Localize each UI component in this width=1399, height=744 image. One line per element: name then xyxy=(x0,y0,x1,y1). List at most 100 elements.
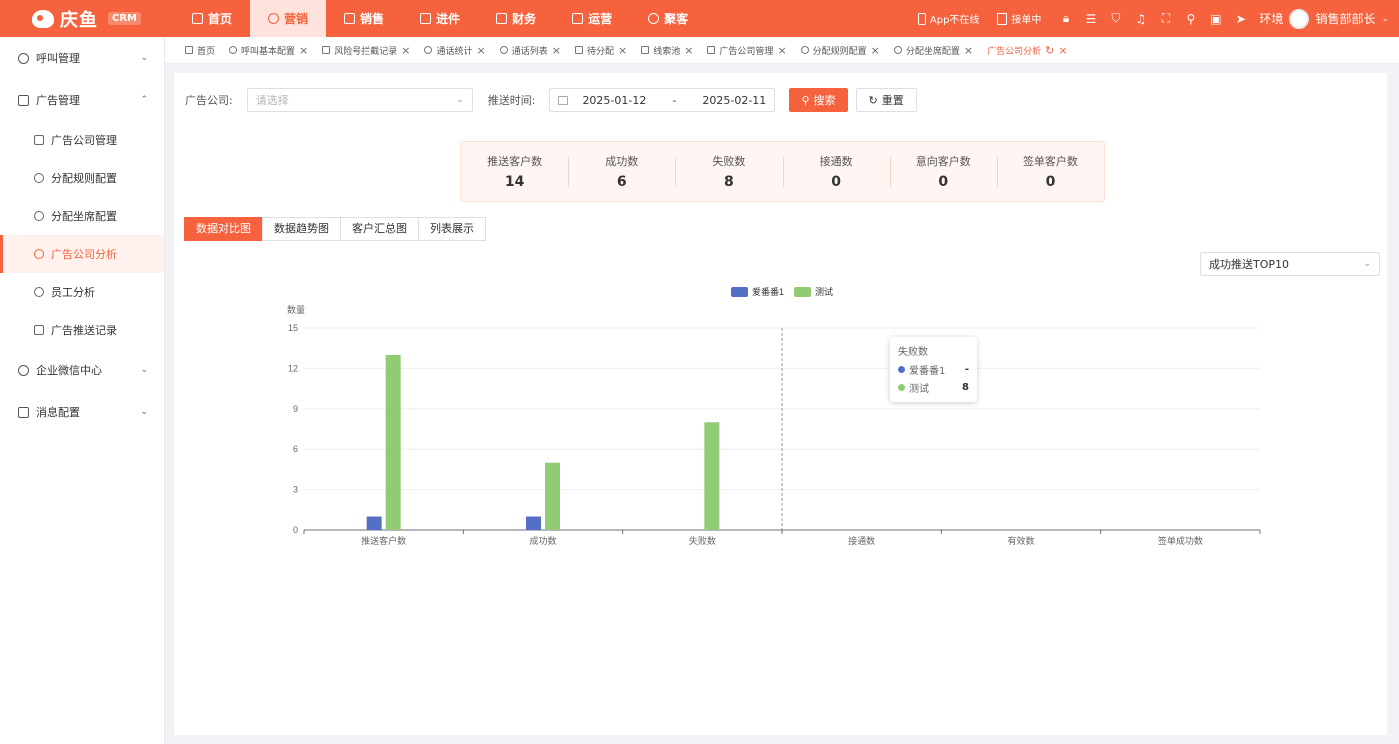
tab-label: 首页 xyxy=(197,46,216,57)
close-icon[interactable]: × xyxy=(777,44,786,57)
sidebar-item-push-records[interactable]: 广告推送记录 xyxy=(0,311,164,349)
tab-risk-records[interactable]: 风险号拦截记录 × xyxy=(322,44,410,57)
tooltip-series-value: - xyxy=(964,364,969,375)
logo[interactable]: 庆鱼 CRM xyxy=(0,0,178,37)
fullscreen-icon[interactable]: ⛶ xyxy=(1159,11,1172,25)
nav-intake[interactable]: 进件 xyxy=(402,0,478,37)
finance-icon xyxy=(496,13,508,24)
sidebar-group-call[interactable]: 呼叫管理 ⌄ xyxy=(0,37,164,79)
tab-label: 呼叫基本配置 xyxy=(241,46,296,57)
tab-ad-company[interactable]: 广告公司管理 × xyxy=(707,44,787,57)
nav-home-label: 首页 xyxy=(208,12,233,26)
sidebar-item-dist-seats[interactable]: 分配坐席配置 xyxy=(0,197,164,235)
close-icon[interactable]: × xyxy=(618,44,627,57)
legend-swatch xyxy=(794,287,811,297)
sidebar-group-messages[interactable]: 消息配置 ⌄ xyxy=(0,391,164,433)
tooltip-series-name: 测试 xyxy=(909,384,929,395)
user-name: 销售部部长 xyxy=(1315,12,1376,26)
nav-sales[interactable]: 销售 xyxy=(326,0,402,37)
bar-chart: 03691215数量推送客户数 成功数 失败数 接通数 有效数 签单成功数爱番番1 测试 xyxy=(287,286,1261,546)
close-icon[interactable]: × xyxy=(964,44,973,57)
y-tick-label: 9 xyxy=(293,404,298,414)
sidebar-item-dist-rules[interactable]: 分配规则配置 xyxy=(0,159,164,197)
tooltip-title: 失败数 xyxy=(898,347,928,358)
sidebar-group-label: 消息配置 xyxy=(36,406,80,419)
tab-call-list[interactable]: 通话列表 × xyxy=(499,44,561,57)
refresh-icon[interactable]: ↻ xyxy=(1045,44,1054,57)
chat-icon xyxy=(18,364,29,376)
tab-ad-analysis[interactable]: 广告公司分析 ↻ × xyxy=(987,44,1067,57)
close-icon[interactable]: × xyxy=(477,44,486,57)
nav-customers[interactable]: 聚客 xyxy=(630,0,706,37)
dispatch-status[interactable]: 接单中 xyxy=(997,11,1041,26)
tab-dist-seats[interactable]: 分配坐席配置 × xyxy=(893,44,973,57)
sidebar-group-ads[interactable]: 广告管理 ⌃ xyxy=(0,79,164,121)
list-icon[interactable]: ☰ xyxy=(1084,12,1097,26)
nav-finance[interactable]: 财务 xyxy=(478,0,554,37)
lock-icon[interactable]: 🔒︎ xyxy=(1059,11,1072,25)
phone-icon xyxy=(499,46,508,54)
intake-icon xyxy=(420,13,432,24)
page-tabs: 首页 呼叫基本配置 × 风险号拦截记录 × 通话统计 × 通话列表 × 待分配 × 线索池… xyxy=(165,37,1399,64)
close-icon[interactable]: × xyxy=(1058,44,1067,57)
user-menu[interactable]: 环境 销售部部长 ⌄ xyxy=(1259,8,1389,29)
chevron-down-icon: ⌄ xyxy=(1381,13,1389,24)
close-icon[interactable]: × xyxy=(871,44,880,57)
y-tick-label: 6 xyxy=(293,444,298,454)
bar xyxy=(526,516,541,530)
close-icon[interactable]: × xyxy=(401,44,410,57)
env-label: 环境 xyxy=(1259,12,1284,26)
x-tick-label: 失败数 xyxy=(689,535,716,546)
briefcase-icon[interactable]: ▣ xyxy=(1209,12,1222,26)
sidebar-item-staff-analysis[interactable]: 员工分析 xyxy=(0,273,164,311)
tab-dist-rules[interactable]: 分配规则配置 × xyxy=(800,44,880,57)
sidebar-group-label: 企业微信中心 xyxy=(36,364,102,377)
tab-home[interactable]: 首页 xyxy=(185,44,215,57)
legend-swatch xyxy=(731,287,748,297)
fish-logo-icon xyxy=(32,9,54,28)
close-icon[interactable]: × xyxy=(684,44,693,57)
tab-label: 待分配 xyxy=(586,46,614,57)
close-icon[interactable]: × xyxy=(552,44,561,57)
sidebar-group-wecom[interactable]: 企业微信中心 ⌄ xyxy=(0,349,164,391)
nav-home[interactable]: 首页 xyxy=(174,0,250,37)
pie-chart-icon xyxy=(34,249,44,259)
headset-icon xyxy=(34,211,44,221)
tooltip-series-name: 爱番番1 xyxy=(909,366,946,377)
send-icon[interactable]: ➤ xyxy=(1234,12,1247,26)
x-tick-label: 接通数 xyxy=(848,535,875,546)
nav-customers-label: 聚客 xyxy=(664,12,689,26)
close-icon[interactable]: × xyxy=(299,44,308,57)
bell-icon[interactable]: ♫ xyxy=(1134,12,1147,26)
building-icon xyxy=(34,135,44,145)
sidebar-item-ad-analysis[interactable]: 广告公司分析 xyxy=(0,235,164,273)
app-status[interactable]: App不在线 xyxy=(917,11,979,26)
tab-pending[interactable]: 待分配 × xyxy=(574,44,627,57)
main-panel: 广告公司: 请选择 ⌄ 推送时间: 2025-01-12 - 2025-02-1… xyxy=(174,73,1387,735)
megaphone-icon xyxy=(34,325,44,335)
tab-lead-pool[interactable]: 线索池 × xyxy=(641,44,693,57)
share-icon xyxy=(574,46,583,54)
search-icon[interactable]: ⚲ xyxy=(1184,12,1197,26)
main-nav: 首页 营销 销售 进件 财务 运营 聚客 xyxy=(174,0,706,37)
phone-icon xyxy=(18,52,29,64)
sidebar-item-ad-company[interactable]: 广告公司管理 xyxy=(0,121,164,159)
sidebar-group-label: 广告管理 xyxy=(36,94,80,107)
phone-icon xyxy=(229,46,238,54)
tooltip-series-value: 8 xyxy=(962,382,969,393)
bar xyxy=(704,422,720,530)
nav-operations[interactable]: 运营 xyxy=(554,0,630,37)
tab-call-stats[interactable]: 通话统计 × xyxy=(424,44,486,57)
nav-marketing[interactable]: 营销 xyxy=(250,0,327,37)
chevron-down-icon: ⌄ xyxy=(140,53,148,63)
y-tick-label: 0 xyxy=(293,525,298,535)
logo-text: 庆鱼 xyxy=(60,9,98,31)
message-icon xyxy=(18,406,29,418)
tab-label: 分配坐席配置 xyxy=(905,46,960,57)
user-icon xyxy=(34,287,44,297)
series-dot-icon xyxy=(898,384,905,391)
legend-label: 爱番番1 xyxy=(752,286,784,297)
shirt-icon[interactable]: ⛉ xyxy=(1109,11,1122,25)
tab-label: 通话列表 xyxy=(511,46,548,57)
tab-call-config[interactable]: 呼叫基本配置 × xyxy=(229,44,308,57)
